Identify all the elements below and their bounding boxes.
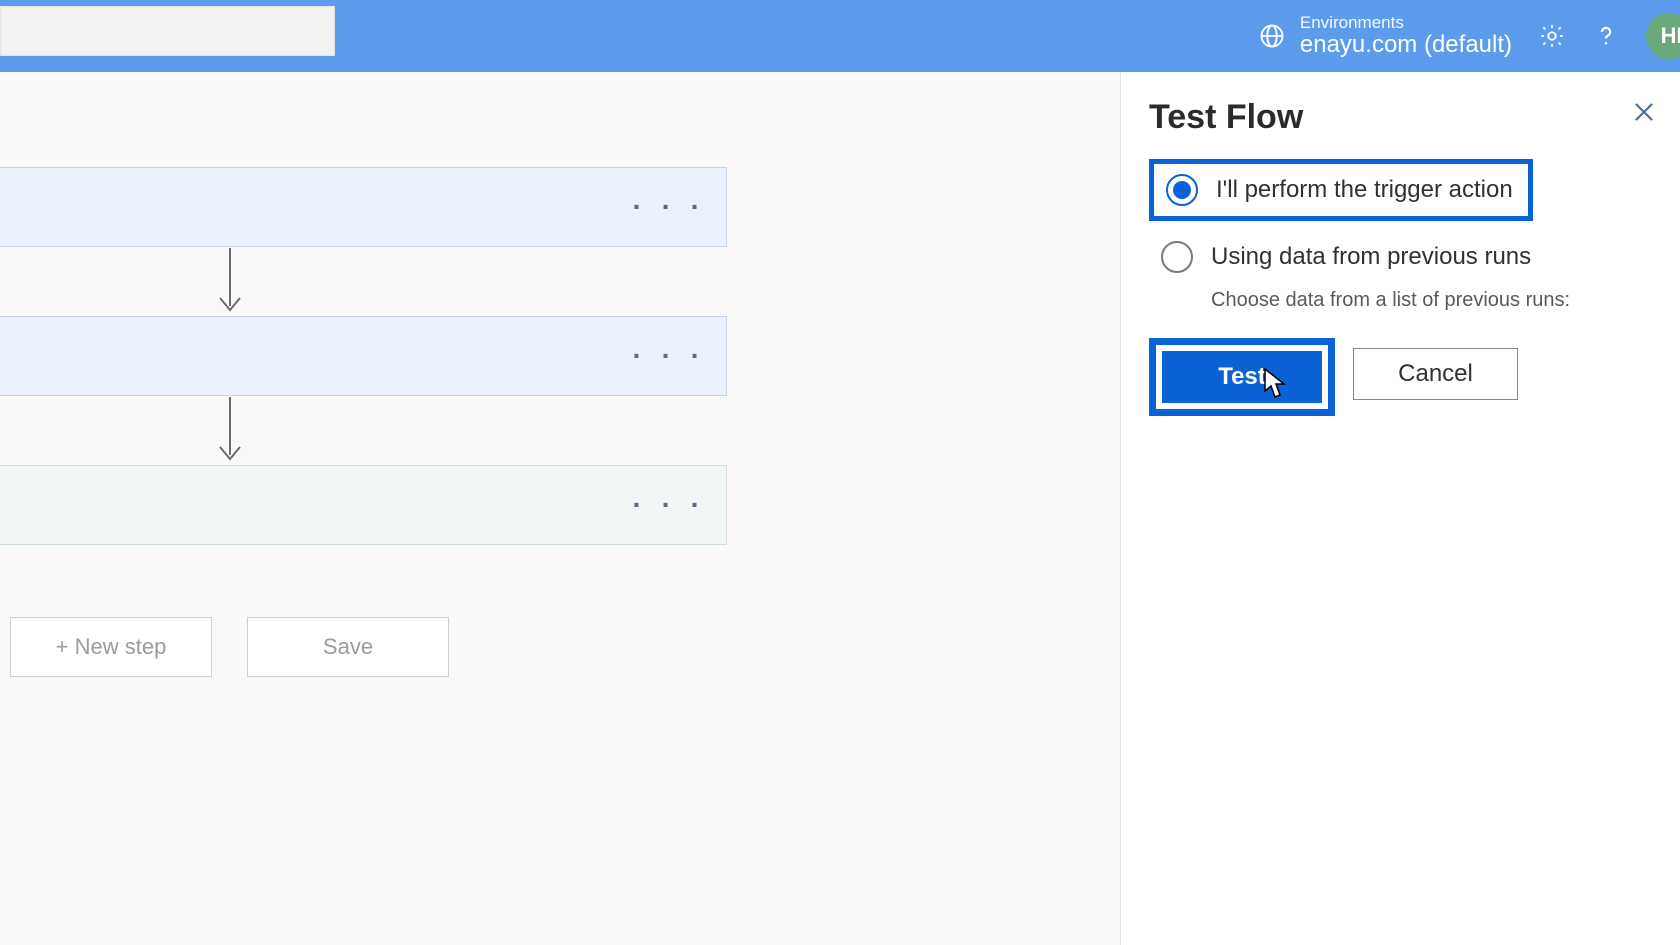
app-header: Environments enayu.com (default) HL bbox=[0, 0, 1680, 72]
flow-card[interactable]: · · · bbox=[0, 465, 727, 545]
gear-icon[interactable] bbox=[1538, 22, 1566, 50]
test-button[interactable]: Test bbox=[1162, 351, 1322, 403]
radio-icon bbox=[1166, 174, 1198, 206]
arrow-down-icon bbox=[215, 397, 245, 467]
avatar[interactable]: HL bbox=[1646, 13, 1680, 59]
header-right-cluster: Environments enayu.com (default) HL bbox=[1258, 0, 1680, 72]
avatar-initials: HL bbox=[1661, 23, 1680, 49]
help-icon[interactable] bbox=[1592, 22, 1620, 50]
test-flow-panel: Test Flow I'll perform the trigger actio… bbox=[1120, 72, 1680, 945]
environments-label: Environments bbox=[1300, 14, 1512, 32]
option-sub-label: Choose data from a list of previous runs… bbox=[1211, 289, 1652, 312]
option-previous-runs[interactable]: Using data from previous runs bbox=[1149, 231, 1652, 283]
arrow-down-icon bbox=[215, 248, 245, 318]
environment-picker[interactable]: Environments enayu.com (default) bbox=[1258, 14, 1512, 58]
flow-card[interactable]: · · · bbox=[0, 167, 727, 247]
globe-icon bbox=[1258, 22, 1286, 50]
save-button[interactable]: Save bbox=[247, 617, 449, 677]
flow-card[interactable]: · · · bbox=[0, 316, 727, 396]
flow-canvas: · · · · · · · · · + New step Save bbox=[0, 72, 1100, 945]
panel-title: Test Flow bbox=[1149, 98, 1652, 137]
canvas-action-row: + New step Save bbox=[10, 617, 449, 677]
radio-icon bbox=[1161, 241, 1193, 273]
search-input[interactable] bbox=[0, 6, 335, 56]
highlight-box: Test bbox=[1149, 338, 1335, 416]
new-step-button[interactable]: + New step bbox=[10, 617, 212, 677]
cancel-button[interactable]: Cancel bbox=[1353, 348, 1518, 400]
panel-button-row: Test Cancel bbox=[1149, 338, 1652, 416]
environment-name: enayu.com (default) bbox=[1300, 32, 1512, 58]
close-icon[interactable] bbox=[1630, 98, 1658, 126]
option-label: Using data from previous runs bbox=[1211, 243, 1531, 271]
option-perform-trigger[interactable]: I'll perform the trigger action bbox=[1149, 159, 1533, 221]
option-label: I'll perform the trigger action bbox=[1216, 176, 1513, 204]
